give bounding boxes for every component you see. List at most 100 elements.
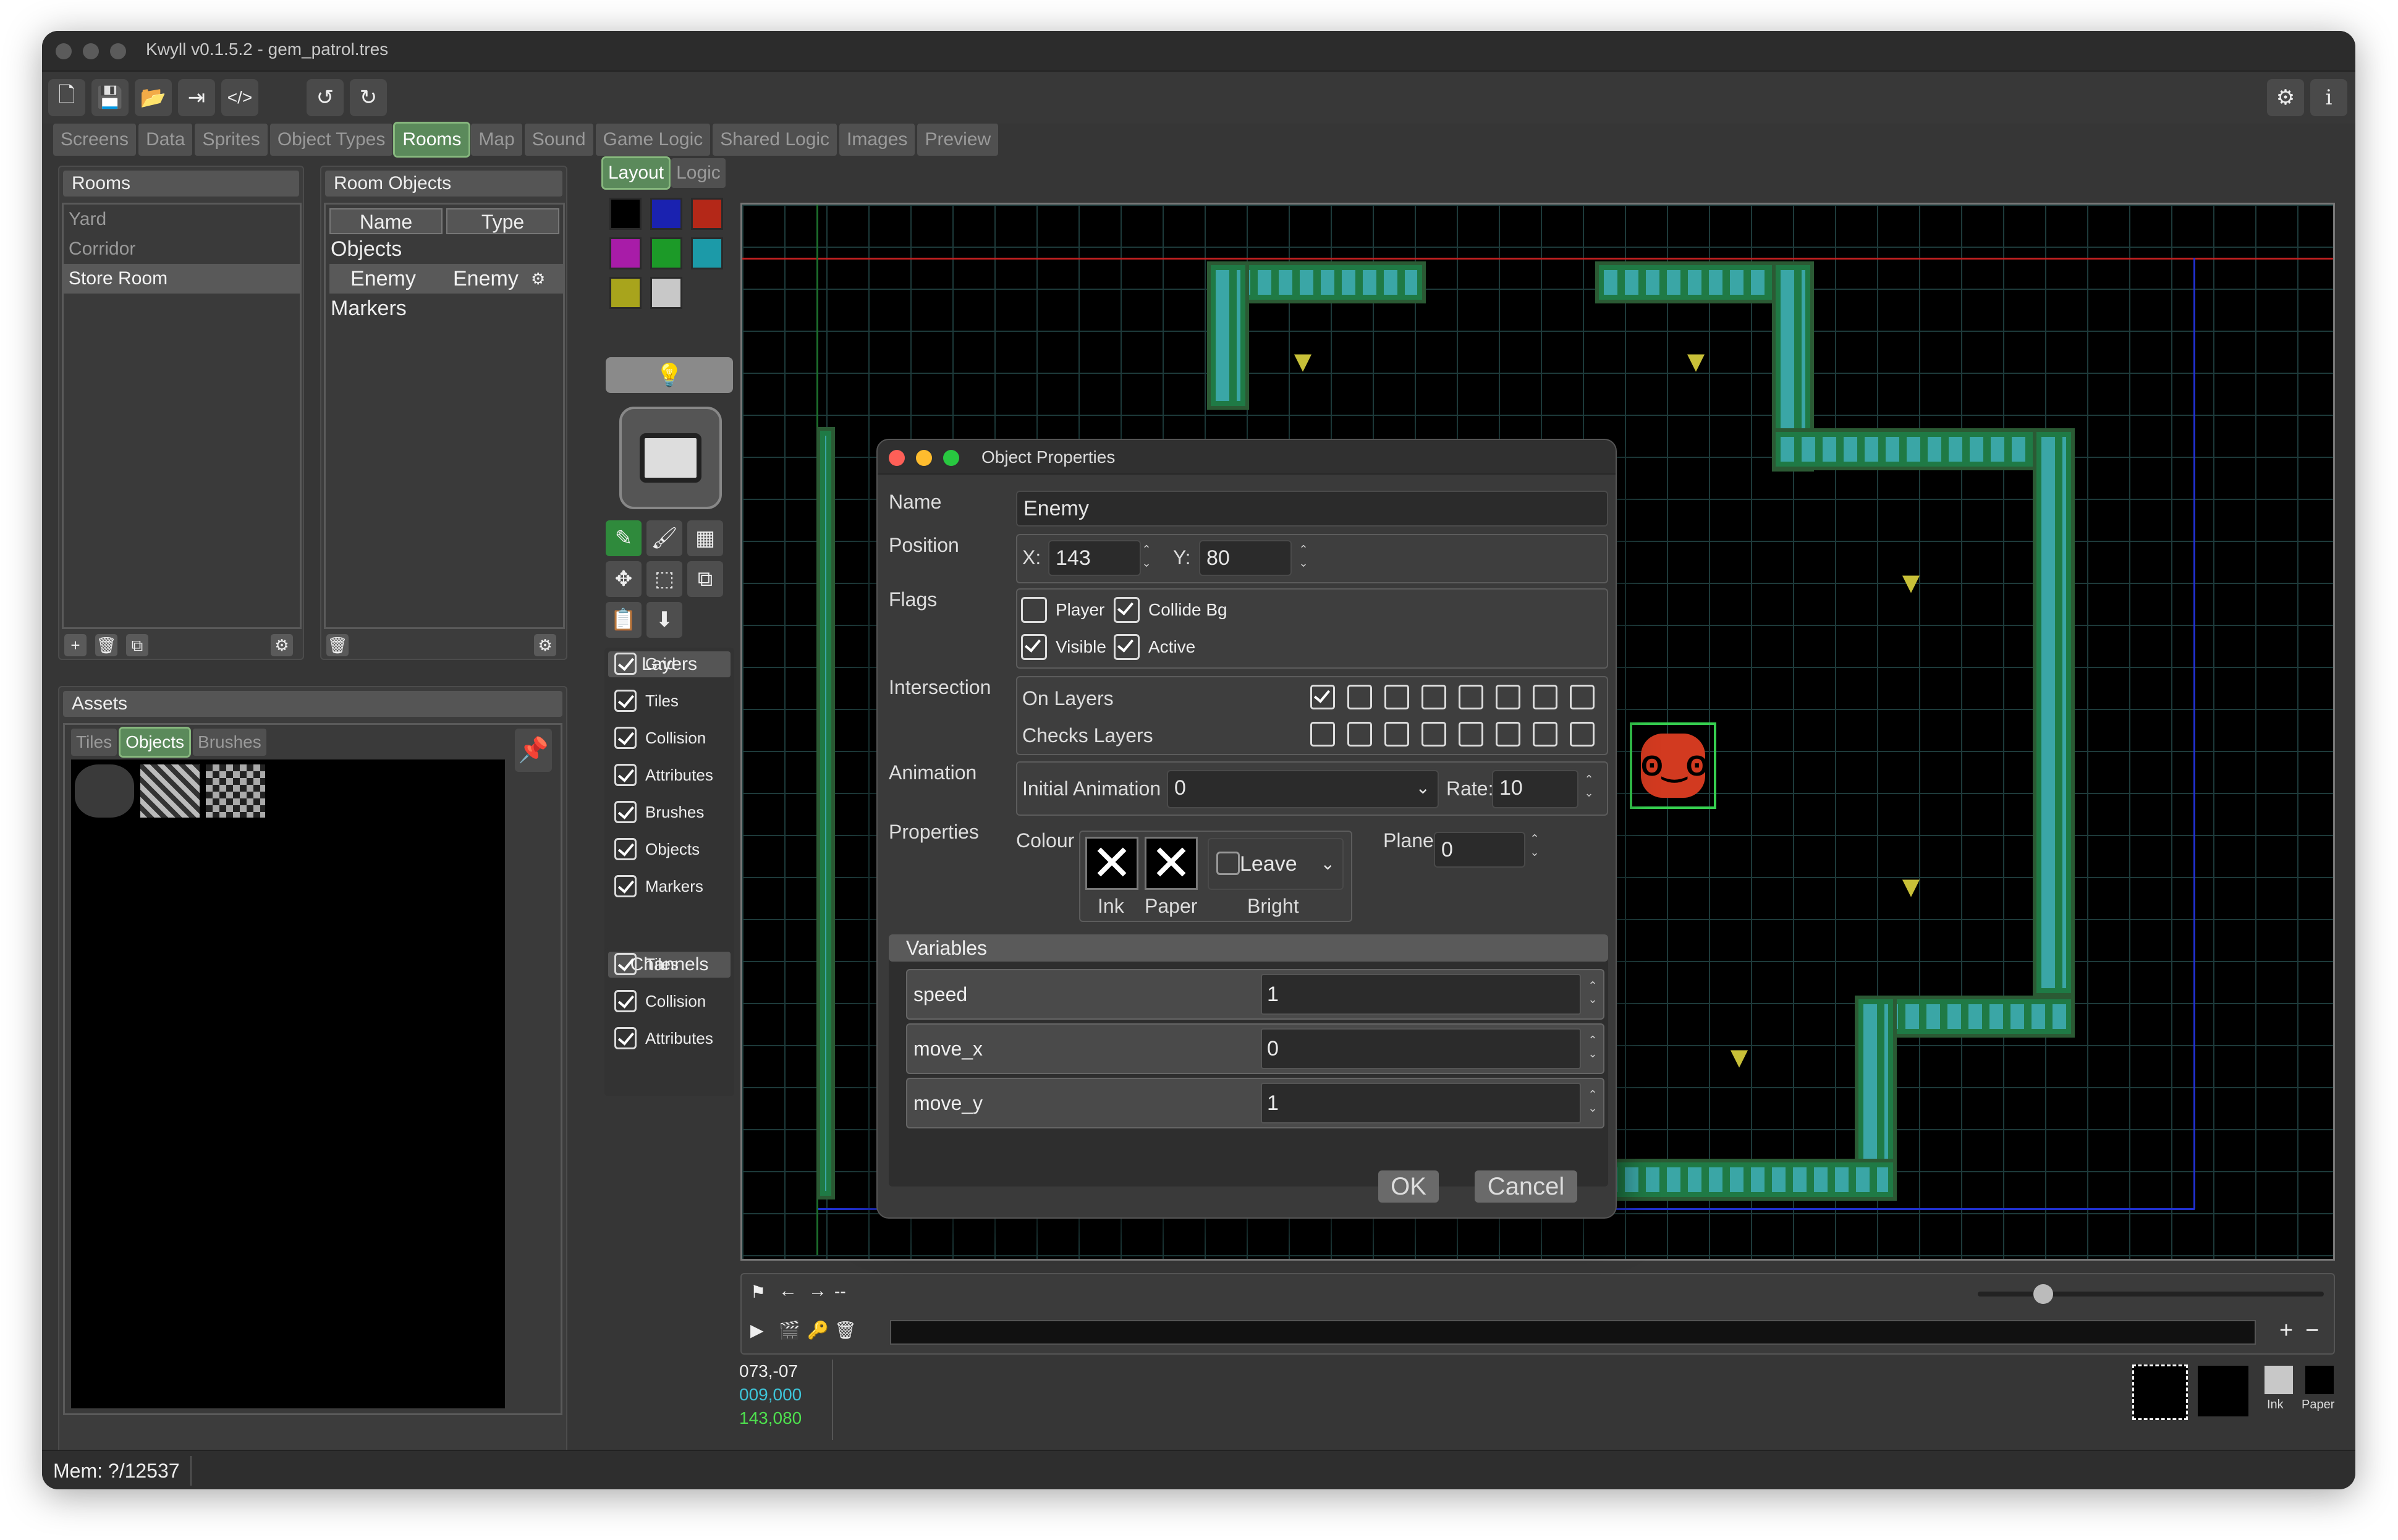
type-column-header[interactable]: Type [446,208,559,234]
flag-collide-bg[interactable]: Collide Bg [1114,597,1227,623]
add-icon[interactable]: + [64,634,87,656]
palette-color[interactable] [691,237,723,269]
asset-object-thumb[interactable] [140,764,200,818]
trash-icon[interactable]: 🗑 [326,634,349,656]
assets-tab-tiles[interactable]: Tiles [71,729,117,756]
tree-group-markers[interactable]: Markers [326,294,563,323]
objects-settings-gear-icon[interactable]: ⚙ [534,634,556,656]
tab-sound[interactable]: Sound [524,124,593,156]
export-icon[interactable]: ⇥ [178,79,215,116]
tab-game-logic[interactable]: Game Logic [595,124,711,156]
checks-layer-checkbox[interactable] [1496,722,1520,747]
checkbox[interactable] [614,690,637,712]
tab-preview[interactable]: Preview [917,124,999,156]
on-layer-checkbox[interactable] [1496,685,1520,709]
name-column-header[interactable]: Name [329,208,443,234]
checkbox[interactable] [1021,634,1047,660]
save-icon[interactable]: 💾 [91,79,129,116]
variable-value-input[interactable]: 1 [1261,1083,1581,1123]
palette-color[interactable] [609,198,642,230]
gear-icon[interactable]: ⚙ [2267,79,2304,116]
undo-icon[interactable]: ↺ [307,79,344,116]
y-input[interactable]: 80 [1199,540,1292,576]
play-icon[interactable]: ▶ [750,1320,764,1340]
checks-layer-checkbox[interactable] [1533,722,1557,747]
new-file-icon[interactable]: 🗋 [48,79,85,116]
flag-player[interactable]: Player [1021,597,1104,623]
tab-logic[interactable]: Logic [671,158,726,188]
on-layer-checkbox[interactable] [1570,685,1595,709]
zoom-window-button[interactable] [110,43,126,59]
checks-layer-checkbox[interactable] [1459,722,1483,747]
object-gear-icon[interactable]: ⚙ [531,264,545,294]
move-icon[interactable]: ✥ [606,561,642,597]
checks-layer-checkbox[interactable] [1347,722,1372,747]
checkbox[interactable] [614,801,637,823]
checks-layer-checkbox[interactable] [1310,722,1335,747]
tile-swatch[interactable] [2198,1366,2248,1416]
ink-x-icon[interactable]: ✕ [1085,837,1138,890]
tab-object-types[interactable]: Object Types [269,124,393,156]
tree-group-objects[interactable]: Objects [326,234,563,264]
variable-stepper[interactable]: ⌃ ⌄ [1585,1088,1601,1115]
palette-color[interactable] [650,237,682,269]
layer-toggle-attributes[interactable]: Attributes [614,1027,713,1049]
tab-sprites[interactable]: Sprites [195,124,268,156]
open-folder-icon[interactable]: 📂 [135,79,172,116]
y-stepper[interactable]: ⌃ ⌄ [1295,543,1311,570]
paper-x-icon[interactable]: ✕ [1145,837,1198,890]
cancel-button[interactable]: Cancel [1475,1170,1577,1203]
remove-frame-icon[interactable]: − [2305,1318,2319,1344]
asset-object-thumb[interactable] [206,764,265,818]
picker-icon[interactable]: ⬇ [646,602,682,638]
layer-toggle-tiles[interactable]: Tiles [614,690,679,712]
pin-icon[interactable]: 📌 [515,729,552,772]
palette-color[interactable] [650,198,682,230]
checkbox[interactable] [614,990,637,1012]
initial-animation-select[interactable]: 0 ⌄ [1167,770,1439,808]
flag-active[interactable]: Active [1114,634,1195,660]
tab-rooms[interactable]: Rooms [393,122,471,158]
rate-stepper[interactable]: ⌃ ⌄ [1581,772,1597,800]
bright-select[interactable]: Leave ⌄ [1208,838,1344,890]
plane-input[interactable]: 0 [1434,832,1525,868]
paste-icon[interactable]: 📋 [606,602,642,638]
select-icon[interactable]: ⬚ [646,561,682,597]
arrow-right-icon[interactable]: → [808,1280,827,1301]
name-input[interactable]: Enemy [1016,491,1608,527]
checks-layer-checkbox[interactable] [1421,722,1446,747]
checks-layer-checkbox[interactable] [1384,722,1409,747]
timeline-track[interactable] [890,1320,2256,1345]
x-stepper[interactable]: ⌃ ⌄ [1138,543,1155,570]
checkbox[interactable] [614,764,637,786]
checkbox[interactable] [614,875,637,897]
tab-map[interactable]: Map [471,124,522,156]
dialog-close-button[interactable] [889,450,905,466]
tab-screens[interactable]: Screens [53,124,137,156]
redo-icon[interactable]: ↻ [350,79,387,116]
trash-icon[interactable]: 🗑 [834,1320,857,1340]
room-item-yard[interactable]: Yard [64,205,300,234]
asset-object-thumb[interactable] [75,764,134,818]
enemy-object-selected[interactable]: ʘ‿ʘ [1630,722,1716,809]
zoom-slider-thumb[interactable] [2033,1284,2053,1304]
on-layer-checkbox[interactable] [1533,685,1557,709]
on-layer-checkbox[interactable] [1421,685,1446,709]
clapper-icon[interactable]: 🎬 [779,1320,800,1340]
paper-swatch[interactable] [2305,1366,2334,1394]
palette-color[interactable] [609,277,642,309]
close-window-button[interactable] [56,43,72,59]
variable-stepper[interactable]: ⌃ ⌄ [1585,1033,1601,1060]
rate-input[interactable]: 10 [1492,770,1578,808]
checkbox[interactable] [1114,634,1140,660]
trash-icon[interactable]: 🗑 [95,634,117,656]
selection-swatch[interactable] [2132,1364,2188,1420]
pencil-icon[interactable]: ✎ [606,520,642,556]
on-layer-checkbox[interactable] [1384,685,1409,709]
copy-icon[interactable]: ⧉ [687,561,723,597]
add-frame-icon[interactable]: + [2279,1318,2293,1344]
bright-checkbox[interactable] [1216,852,1240,875]
checkbox[interactable] [614,838,637,860]
layer-toggle-markers[interactable]: Markers [614,875,703,897]
checkbox[interactable] [1114,597,1140,623]
